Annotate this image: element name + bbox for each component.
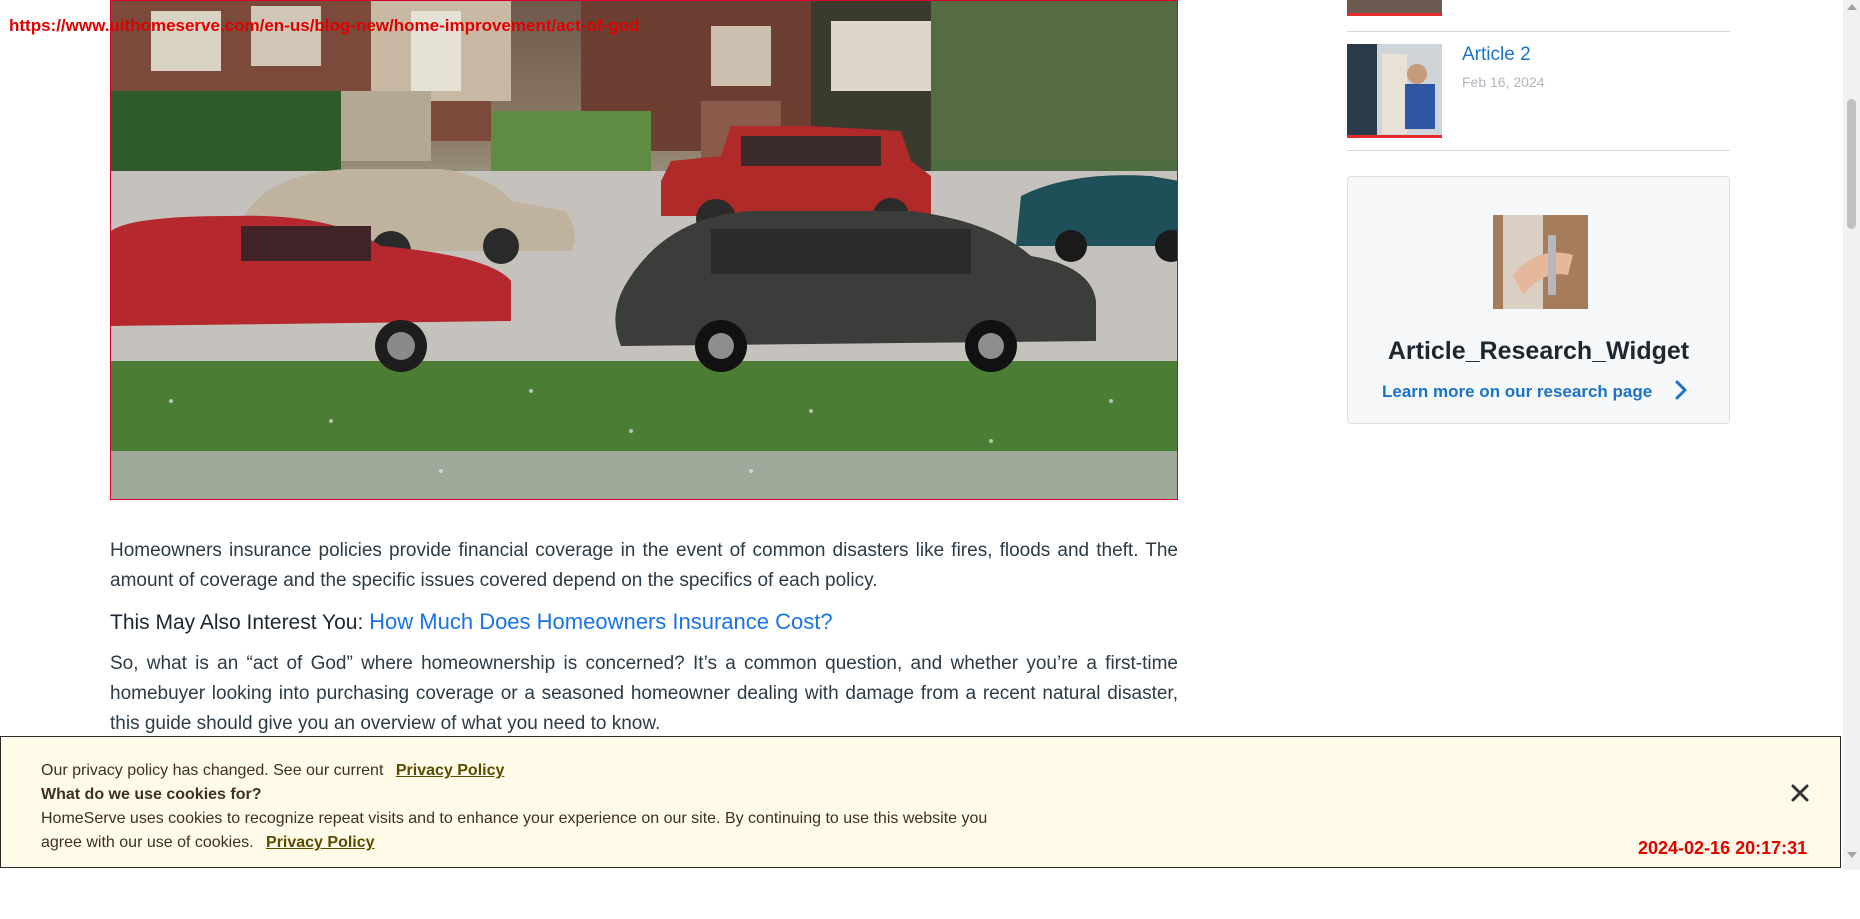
article-body: Homeowners insurance policies provide fi… — [110, 536, 1178, 749]
divider — [1347, 31, 1730, 32]
hero-image — [110, 0, 1178, 500]
chevron-right-icon[interactable] — [1670, 379, 1692, 401]
research-widget: Article_Research_Widget Learn more on ou… — [1347, 176, 1730, 424]
sidebar-article-2[interactable]: Article 2 Feb 16, 2024 — [1347, 44, 1730, 138]
scrollbar-thumb[interactable] — [1847, 99, 1856, 229]
scrollbar[interactable] — [1843, 0, 1860, 870]
widget-title: Article_Research_Widget — [1387, 337, 1690, 365]
privacy-policy-link[interactable]: Privacy Policy — [396, 762, 505, 779]
cookie-body: HomeServe uses cookies to recognize repe… — [41, 810, 988, 851]
close-icon[interactable] — [1788, 781, 1812, 805]
interest-line: This May Also Interest You: How Much Doe… — [110, 606, 1178, 639]
research-page-link[interactable]: Learn more on our research page — [1382, 382, 1652, 402]
article-2-thumbnail[interactable] — [1347, 44, 1442, 138]
scroll-up-arrow-icon[interactable] — [1847, 4, 1857, 10]
article-1-thumbnail[interactable] — [1347, 0, 1442, 16]
cookie-heading: What do we use cookies for? — [41, 786, 262, 803]
privacy-policy-link-2[interactable]: Privacy Policy — [266, 834, 375, 851]
interest-label: This May Also Interest You: — [110, 611, 364, 634]
cookie-banner: Our privacy policy has changed. See our … — [0, 736, 1841, 868]
widget-image — [1493, 215, 1588, 309]
article-paragraph: Homeowners insurance policies provide fi… — [110, 540, 1178, 591]
cookie-text: Our privacy policy has changed. See our … — [41, 759, 1001, 855]
url-overlay: https://www.uithomeserve.com/en-us/blog-… — [9, 16, 640, 35]
timestamp-overlay: 2024-02-16 20:17:31 — [1638, 838, 1808, 858]
article-paragraph: So, what is an “act of God” where homeow… — [110, 653, 1178, 734]
divider — [1347, 150, 1730, 151]
cookie-body-line: HomeServe uses cookies to recognize repe… — [41, 807, 1001, 855]
article-2-date: Feb 16, 2024 — [1462, 74, 1545, 90]
privacy-notice-line: Our privacy policy has changed. See our … — [41, 759, 1001, 783]
scroll-down-arrow-icon[interactable] — [1847, 852, 1857, 858]
article-2-title[interactable]: Article 2 — [1462, 44, 1531, 66]
privacy-notice-text: Our privacy policy has changed. See our … — [41, 762, 384, 779]
interest-link[interactable]: How Much Does Homeowners Insurance Cost? — [369, 609, 832, 634]
